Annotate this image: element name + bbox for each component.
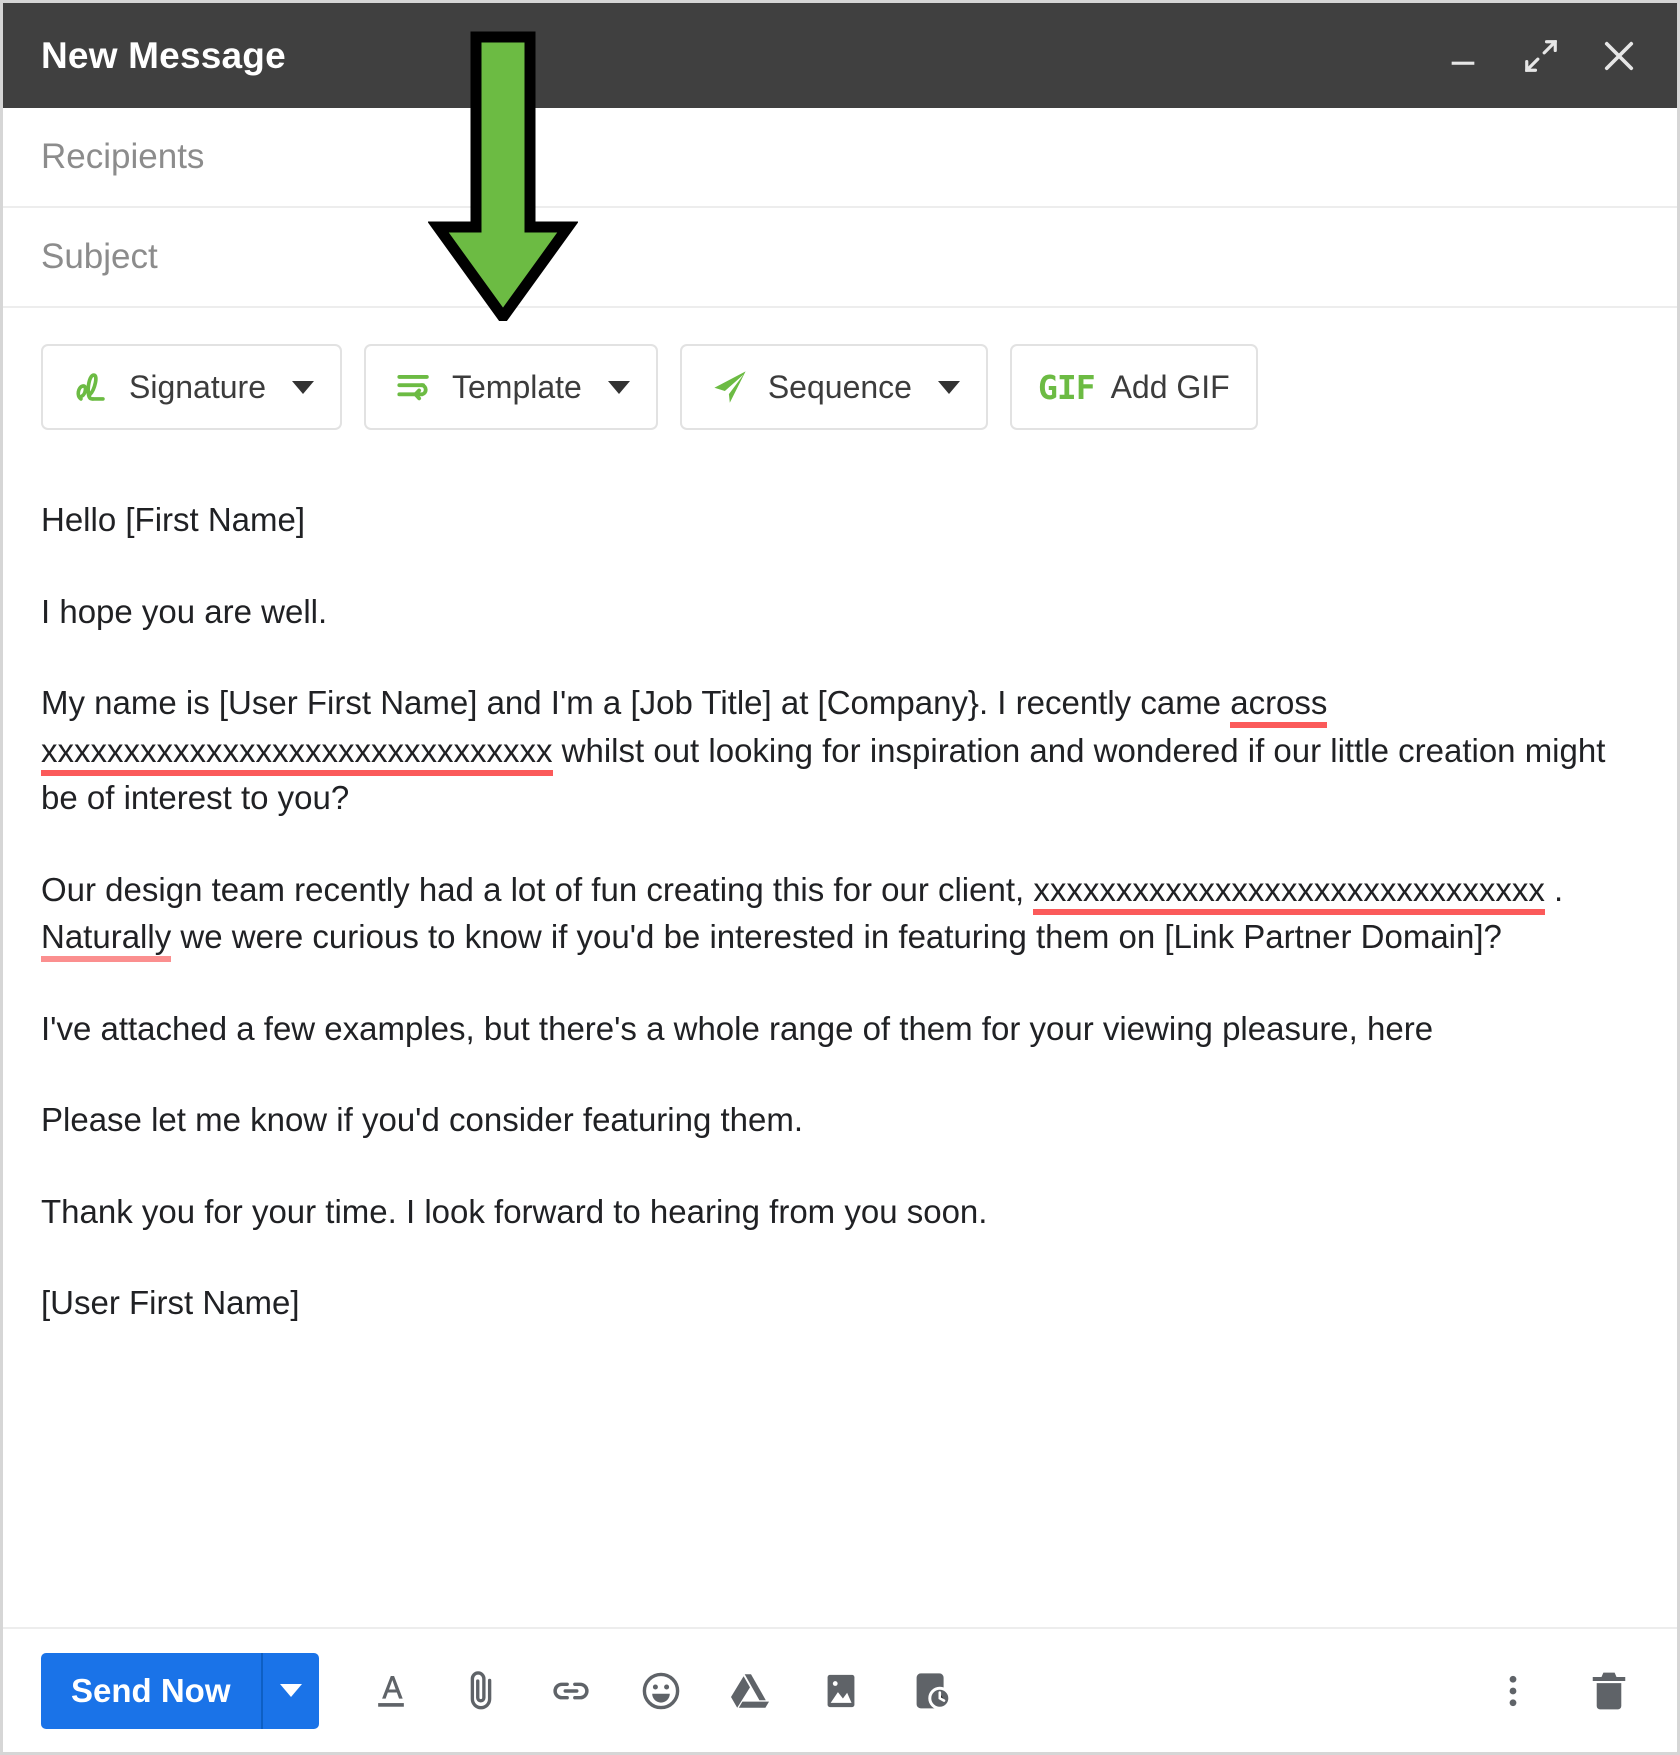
schedule-send-icon	[916, 1672, 951, 1710]
body-paragraph-signoff: [User First Name]	[41, 1279, 1639, 1327]
recipients-input[interactable]: Recipients	[41, 137, 204, 177]
window-controls	[1441, 34, 1641, 78]
body-paragraph-attached: I've attached a few examples, but there'…	[41, 1005, 1639, 1053]
insert-photo-icon	[827, 1674, 854, 1707]
misspelled-word-naturally: Naturally	[41, 918, 172, 963]
chevron-down-icon	[279, 1684, 302, 1697]
insert-link-icon	[552, 1682, 589, 1699]
signature-button[interactable]: Signature	[41, 344, 342, 430]
body-paragraph-intro: My name is [User First Name] and I'm a […	[41, 679, 1639, 822]
design-text-b: we were curious to know if you'd be inte…	[171, 918, 1502, 956]
signature-button-label: Signature	[129, 368, 266, 405]
more-options-icon	[1509, 1675, 1517, 1706]
sequence-button-label: Sequence	[767, 368, 912, 405]
design-text-a: Our design team recently had a lot of fu…	[41, 870, 1034, 908]
schedule-send-button[interactable]	[905, 1665, 957, 1717]
redacted-placeholder-xs-2: xxxxxxxxxxxxxxxxxxxxxxxxxxxxxxx	[1033, 870, 1545, 915]
body-paragraph-design: Our design team recently had a lot of fu…	[41, 866, 1639, 963]
minimize-icon	[1451, 61, 1475, 65]
body-paragraph-greeting: Hello [First Name]	[41, 496, 1639, 544]
insert-emoji-button[interactable]	[635, 1665, 687, 1717]
misspelled-word-across: across	[1230, 684, 1328, 729]
chevron-down-icon	[607, 380, 630, 394]
close-x-icon	[1604, 41, 1634, 70]
google-drive-button[interactable]	[725, 1665, 777, 1717]
window-title-bar: New Message	[3, 3, 1677, 108]
compose-window: New Message Recipients Subject Signature…	[0, 0, 1680, 1755]
redacted-placeholder-xs-1: xxxxxxxxxxxxxxxxxxxxxxxxxxxxxxx	[41, 731, 553, 776]
discard-draft-button[interactable]	[1583, 1665, 1635, 1717]
subject-field-row[interactable]: Subject	[3, 208, 1677, 308]
attached-text: I've attached a few examples, but there'…	[41, 1009, 1434, 1047]
page-title: New Message	[41, 34, 286, 76]
body-paragraph-please: Please let me know if you'd consider fea…	[41, 1096, 1639, 1144]
send-now-button-group[interactable]: Send Now	[41, 1652, 319, 1729]
chevron-down-icon	[937, 380, 960, 394]
send-options-button[interactable]	[263, 1653, 319, 1729]
attach-file-icon	[470, 1670, 491, 1709]
body-paragraph-thanks: Thank you for your time. I look forward …	[41, 1188, 1639, 1236]
paper-plane-icon	[714, 371, 746, 403]
compose-tools-icon-strip	[365, 1665, 957, 1717]
compose-bottom-toolbar: Send Now	[3, 1627, 1677, 1752]
insert-photo-button[interactable]	[815, 1665, 867, 1717]
please-text: Please let me know if you'd consider fea…	[41, 1101, 804, 1139]
body-paragraph-hope: I hope you are well.	[41, 588, 1639, 636]
insert-link-button[interactable]	[545, 1665, 597, 1717]
expand-button[interactable]	[1519, 34, 1563, 78]
sequence-button[interactable]: Sequence	[679, 344, 988, 430]
compose-right-icon-strip	[1487, 1665, 1635, 1717]
discard-draft-icon	[1592, 1672, 1626, 1709]
message-body-editor[interactable]: Hello [First Name] I hope you are well. …	[3, 456, 1677, 1327]
template-button-label: Template	[451, 368, 582, 405]
send-now-button[interactable]: Send Now	[41, 1653, 261, 1729]
minimize-button[interactable]	[1441, 34, 1485, 78]
format-text-icon	[377, 1675, 404, 1707]
greeting-text: Hello [First Name]	[41, 501, 306, 538]
add-gif-button[interactable]: GIF Add GIF	[1009, 344, 1258, 430]
recipients-field-row[interactable]: Recipients	[3, 108, 1677, 208]
design-dot: .	[1544, 870, 1564, 908]
compose-action-toolbar: Signature Template Sequence GIF Add GIF	[3, 308, 1677, 456]
expand-arrows-icon	[1525, 39, 1557, 72]
intro-text-a: My name is [User First Name] and I'm a […	[41, 684, 1231, 722]
gif-icon: GIF	[1037, 367, 1096, 407]
signoff-text: [User First Name]	[41, 1284, 300, 1322]
more-options-button[interactable]	[1487, 1665, 1539, 1717]
signature-squiggle-icon	[76, 373, 105, 401]
subject-input[interactable]: Subject	[41, 237, 158, 277]
insert-emoji-icon	[642, 1672, 679, 1709]
chevron-down-icon	[291, 380, 314, 394]
add-gif-button-label: Add GIF	[1110, 368, 1230, 405]
close-button[interactable]	[1597, 34, 1641, 78]
template-lines-icon	[397, 374, 429, 401]
hope-text: I hope you are well.	[41, 592, 328, 630]
attach-file-button[interactable]	[455, 1665, 507, 1717]
format-text-button[interactable]	[365, 1665, 417, 1717]
thanks-text: Thank you for your time. I look forward …	[41, 1192, 988, 1230]
google-drive-icon	[730, 1673, 769, 1708]
template-button[interactable]: Template	[363, 344, 658, 430]
